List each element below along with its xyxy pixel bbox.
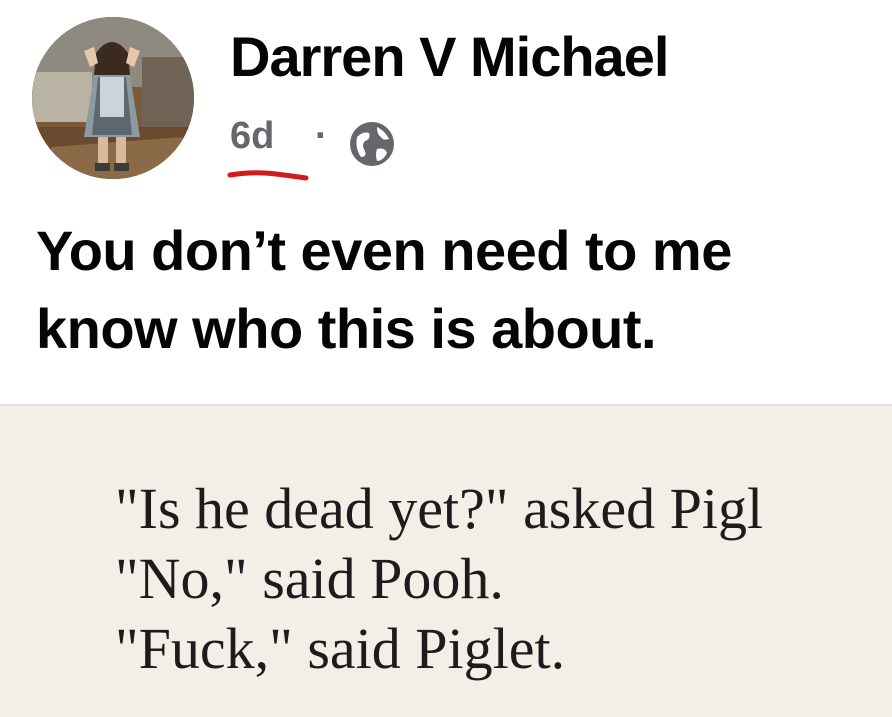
post-header: Darren V Michael 6d ·	[0, 0, 892, 200]
post-text: You don’t even need to me know who this …	[36, 212, 892, 368]
meta-separator: ·	[315, 115, 328, 157]
red-underline-annotation	[227, 170, 309, 181]
quote-line-2: "No," said Pooh.	[115, 546, 504, 611]
post-text-line-1: You don’t even need to me	[36, 219, 732, 282]
quote-line-1: "Is he dead yet?" asked Pigl	[115, 476, 764, 541]
post-text-line-2: know who this is about.	[36, 297, 657, 360]
quote-text: "Is he dead yet?" asked Pigl "No," said …	[115, 474, 763, 684]
avatar-photo	[32, 17, 194, 179]
author-name[interactable]: Darren V Michael	[230, 24, 669, 89]
post-timestamp[interactable]: 6d	[230, 115, 274, 158]
post-image[interactable]: "Is he dead yet?" asked Pigl "No," said …	[0, 406, 892, 717]
quote-line-3: "Fuck," said Piglet.	[115, 616, 566, 681]
globe-icon[interactable]	[347, 119, 397, 169]
avatar[interactable]	[32, 17, 194, 179]
